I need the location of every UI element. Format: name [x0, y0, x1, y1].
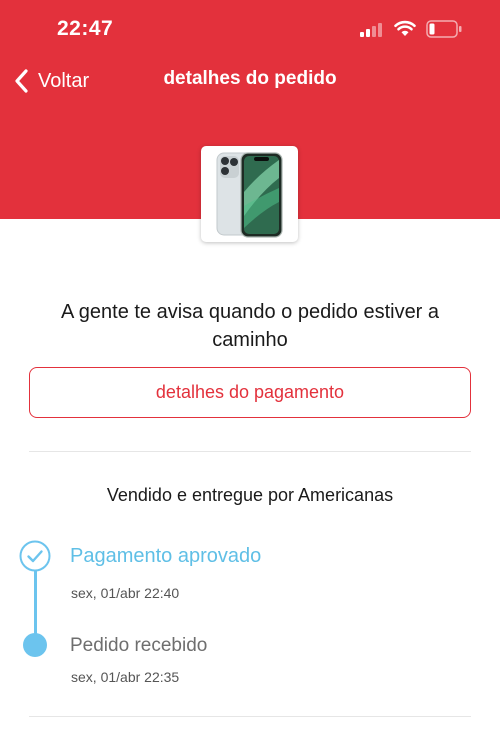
timeline-step-date: sex, 01/abr 22:35 — [71, 669, 180, 685]
navigation-bar: Voltar detalhes do pedido — [0, 58, 500, 104]
wifi-icon — [394, 20, 416, 36]
divider — [29, 451, 471, 452]
status-bar: 22:47 — [0, 0, 500, 58]
divider — [29, 716, 471, 717]
timeline-step-title: Pagamento aprovado — [70, 545, 262, 567]
payment-details-button[interactable]: detalhes do pagamento — [29, 367, 471, 418]
order-status-message: A gente te avisa quando o pedido estiver… — [60, 301, 440, 351]
dot-icon — [23, 633, 47, 657]
check-circle-icon — [19, 540, 51, 572]
battery-icon — [426, 20, 462, 38]
timeline-step-title: Pedido recebido — [70, 635, 208, 656]
smartphone-image — [216, 152, 283, 238]
product-image[interactable] — [201, 146, 298, 242]
timeline-step-date: sex, 01/abr 22:40 — [71, 585, 180, 601]
status-time: 22:47 — [57, 17, 114, 40]
seller-info: Vendido e entregue por Americanas — [106, 485, 394, 505]
signal-icon — [360, 23, 384, 37]
page-title: detalhes do pedido — [163, 68, 337, 89]
